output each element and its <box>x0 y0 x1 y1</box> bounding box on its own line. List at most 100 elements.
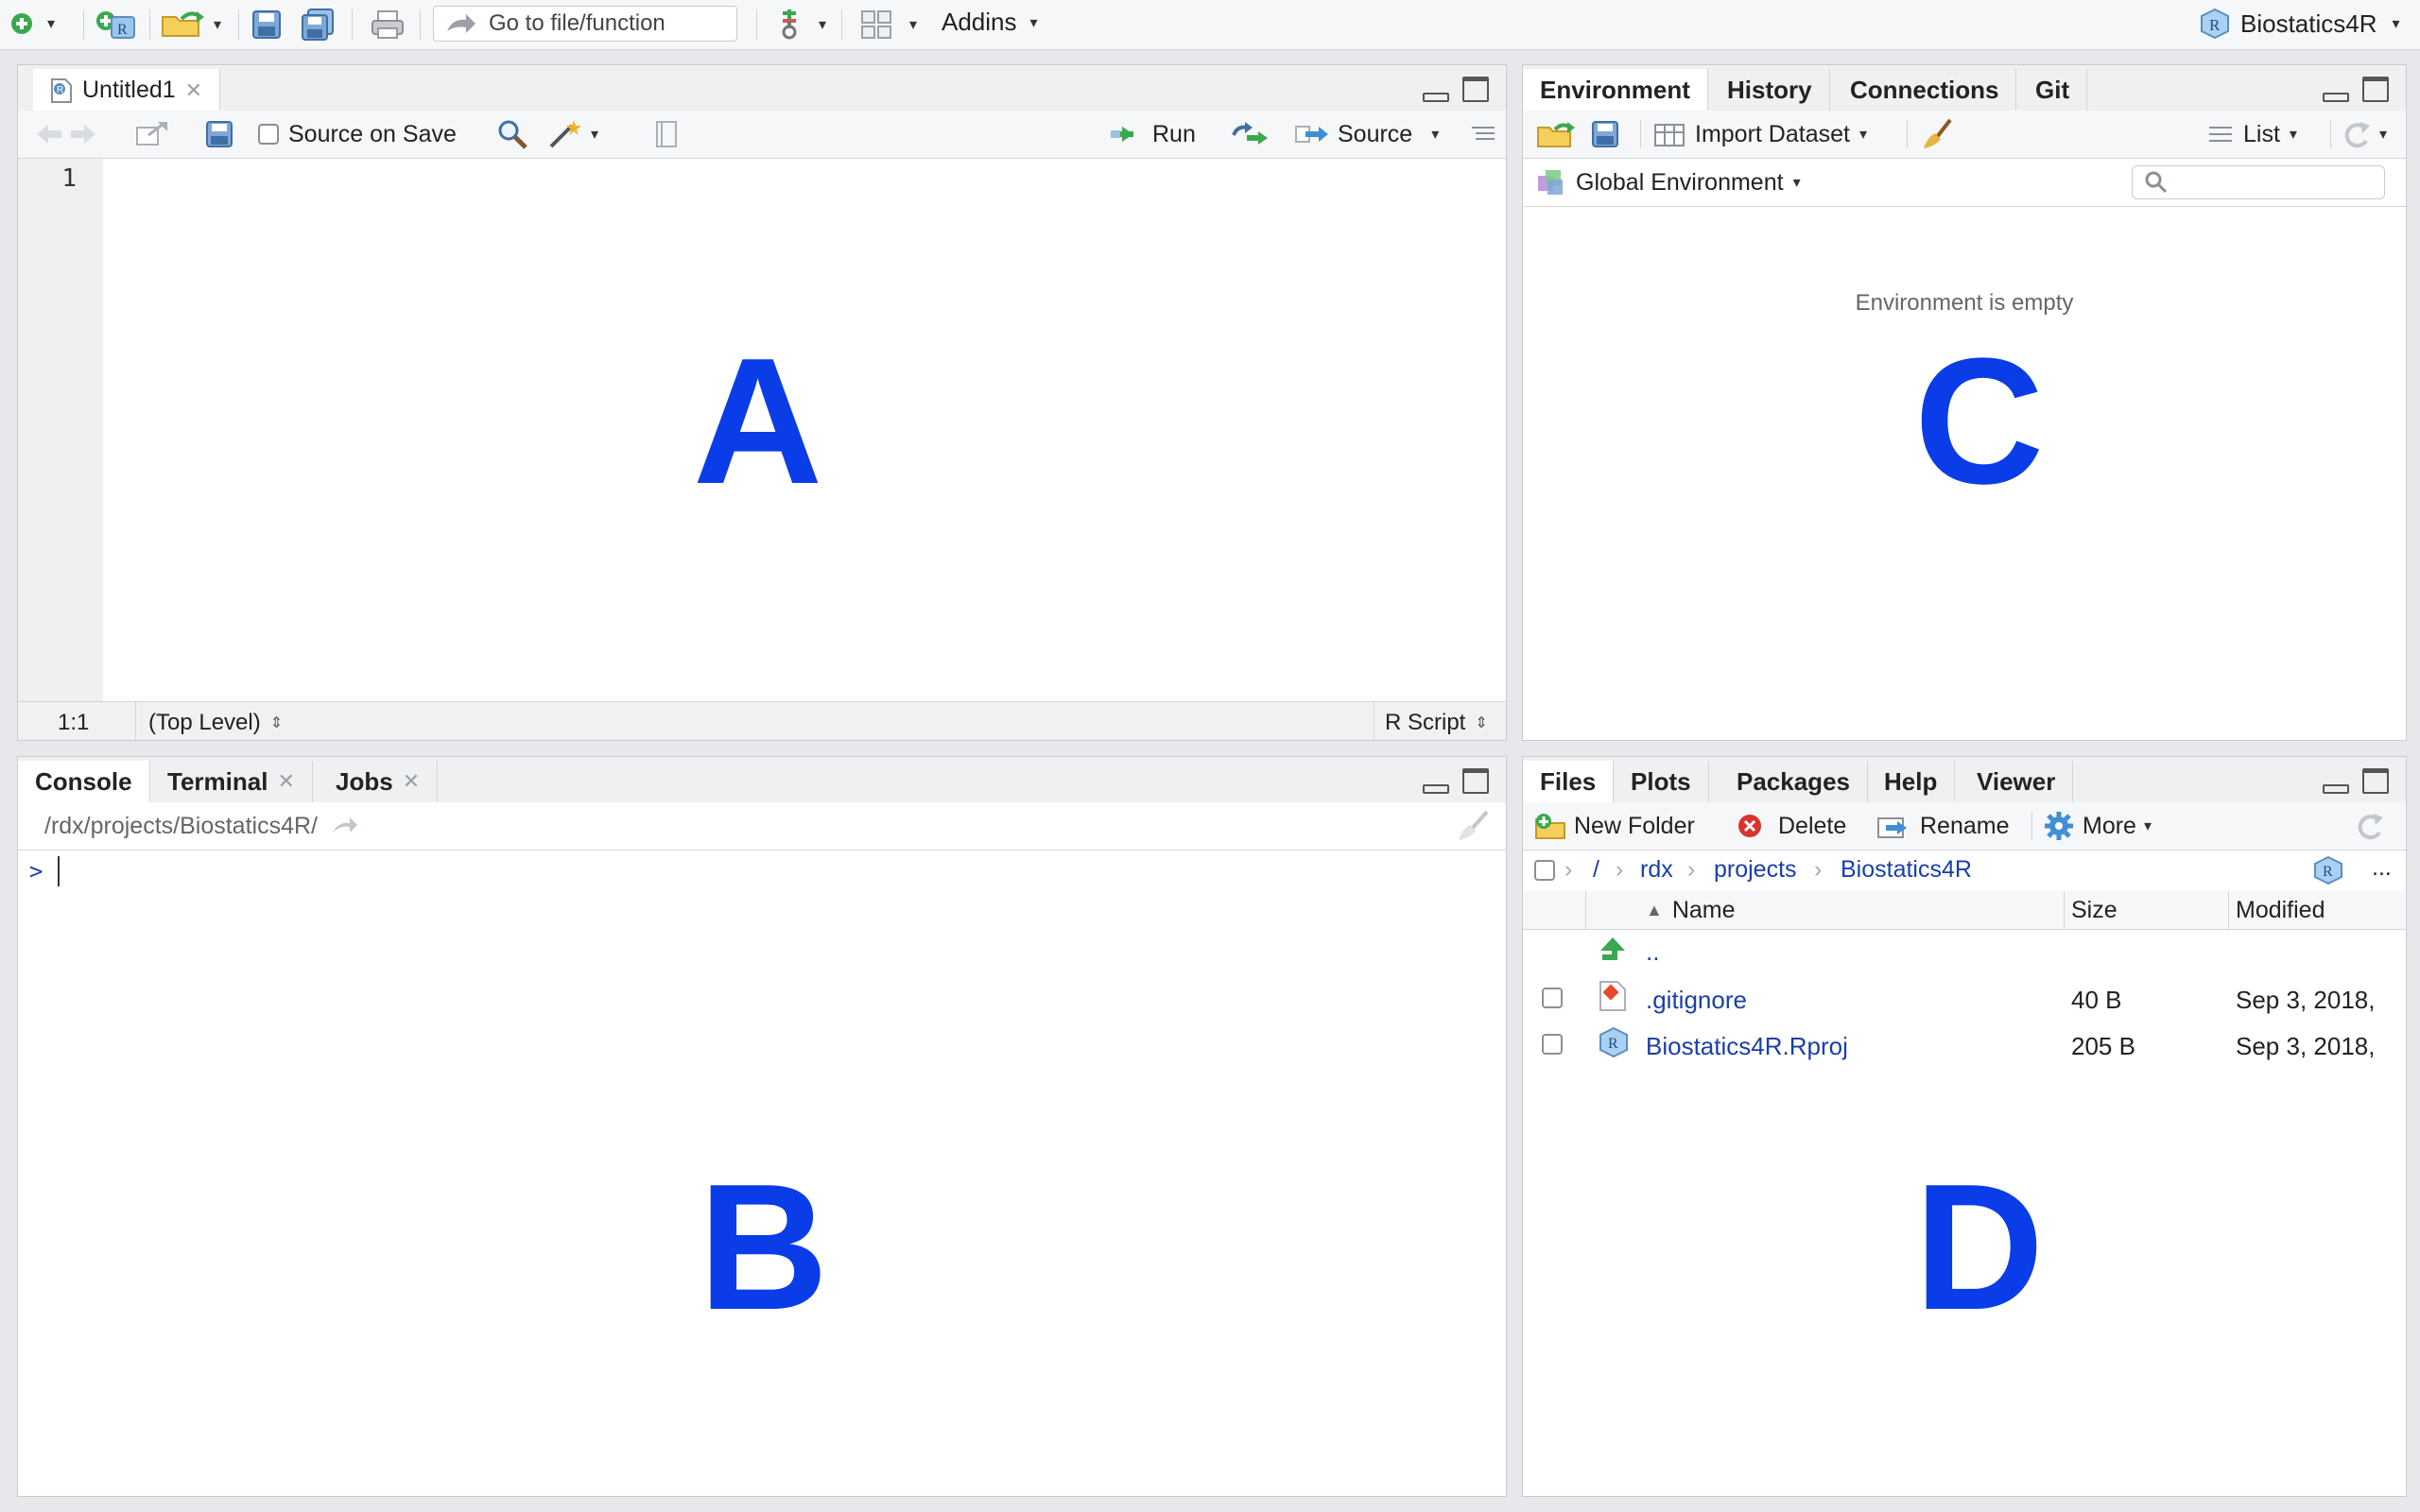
project-menu[interactable]: R Biostatics4R ▾ <box>2199 8 2400 40</box>
version-control-button[interactable]: ▾ <box>777 8 826 42</box>
column-modified-header[interactable]: Modified <box>2236 897 2325 924</box>
tab-packages[interactable]: Packages <box>1720 761 1868 802</box>
source-arrow-icon <box>1295 126 1328 143</box>
close-icon[interactable]: ✕ <box>185 78 202 103</box>
refresh-button[interactable]: ▾ <box>2342 111 2387 158</box>
environment-search-input[interactable] <box>2132 165 2385 199</box>
import-dataset-button[interactable]: Import Dataset ▾ <box>1653 111 1867 158</box>
source-on-save-label: Source on Save <box>288 120 457 147</box>
scope-selector[interactable]: (Top Level) ⇕ <box>148 710 283 736</box>
breadcrumb-root[interactable]: / <box>1593 856 1599 884</box>
source-button[interactable]: Source ▾ <box>1294 111 1439 158</box>
save-button[interactable] <box>205 111 233 158</box>
maximize-icon[interactable] <box>2362 768 2389 794</box>
close-icon[interactable]: ✕ <box>277 769 294 794</box>
console-pane: Console Terminal ✕ Jobs ✕ /rdx/projects/… <box>17 756 1507 1497</box>
run-button[interactable]: Run <box>1109 111 1196 158</box>
maximize-icon[interactable] <box>1462 768 1489 794</box>
file-modified: Sep 3, 2018, <box>2236 1032 2376 1060</box>
tab-viewer[interactable]: Viewer <box>1960 761 2074 802</box>
new-file-button[interactable]: ▾ <box>9 11 55 36</box>
new-folder-button[interactable]: New Folder <box>1534 802 1695 850</box>
compile-report-button[interactable] <box>653 111 680 158</box>
breadcrumb-rdx[interactable]: rdx <box>1640 856 1673 884</box>
environment-icon <box>1538 170 1563 195</box>
tab-jobs[interactable]: Jobs ✕ <box>319 761 439 802</box>
breadcrumb: › / › rdx › projects › Biostatics4R R ..… <box>1523 850 2406 892</box>
more-menu[interactable]: More ▾ <box>2043 802 2152 850</box>
global-env-selector[interactable]: Global Environment ▾ <box>1536 159 1801 206</box>
source-on-save-toggle[interactable]: Source on Save <box>258 111 457 158</box>
file-name-link[interactable]: .gitignore <box>1646 986 1747 1015</box>
select-all-checkbox[interactable] <box>1534 860 1555 881</box>
view-mode-menu[interactable]: List ▾ <box>2207 111 2297 158</box>
tab-environment[interactable]: Environment <box>1523 69 1708 112</box>
rename-button[interactable]: Rename <box>1876 802 2010 850</box>
tab-history[interactable]: History <box>1710 69 1830 111</box>
clear-workspace-button[interactable] <box>1920 111 1954 158</box>
minimize-icon[interactable] <box>1423 93 1449 102</box>
source-on-save-checkbox[interactable] <box>258 124 279 145</box>
breadcrumb-biostatics4r[interactable]: Biostatics4R <box>1841 856 1972 884</box>
chevron-right-icon: › <box>1814 856 1823 883</box>
breadcrumb-projects[interactable]: projects <box>1714 856 1797 884</box>
more-path-button[interactable]: ... <box>2372 854 2392 882</box>
save-all-button[interactable] <box>301 8 337 42</box>
environment-scope-bar: Global Environment ▾ <box>1523 159 2406 207</box>
tab-git[interactable]: Git <box>2018 69 2088 111</box>
broom-icon <box>1924 118 1952 148</box>
refresh-button[interactable] <box>2355 802 2387 850</box>
clear-console-button[interactable] <box>1455 802 1491 850</box>
project-home-icon[interactable]: R <box>2313 855 2343 885</box>
tab-files[interactable]: Files <box>1523 761 1615 803</box>
row-checkbox[interactable] <box>1542 988 1563 1008</box>
tab-label: Packages <box>1737 766 1850 796</box>
minimize-icon[interactable] <box>2323 93 2349 102</box>
tab-console[interactable]: Console <box>18 761 150 803</box>
open-file-button[interactable]: ▾ <box>161 9 221 40</box>
maximize-icon[interactable] <box>1462 77 1489 102</box>
print-button[interactable] <box>371 9 405 40</box>
chevron-down-icon[interactable]: ▾ <box>1431 125 1439 144</box>
source-tabbar: R Untitled1 ✕ <box>18 65 1506 112</box>
pane-layout-button[interactable]: ▾ <box>860 9 917 40</box>
up-arrow-icon <box>1600 937 1625 960</box>
file-name-link[interactable]: Biostatics4R.Rproj <box>1646 1032 1848 1061</box>
file-modified: Sep 3, 2018, <box>2236 986 2376 1014</box>
row-checkbox[interactable] <box>1542 1034 1563 1055</box>
column-size-header[interactable]: Size <box>2071 897 2118 924</box>
table-row[interactable]: R Biostatics4R.Rproj 205 B Sep 3, 2018, <box>1523 1022 2406 1068</box>
load-workspace-button[interactable] <box>1536 111 1576 158</box>
save-button[interactable] <box>251 9 282 40</box>
tab-plots[interactable]: Plots <box>1614 761 1709 802</box>
maximize-icon[interactable] <box>2362 77 2389 102</box>
new-project-button[interactable]: R <box>95 9 136 40</box>
parent-directory-link[interactable]: .. <box>1646 937 1659 967</box>
minimize-icon[interactable] <box>2323 784 2349 794</box>
goto-placeholder: Go to file/function <box>489 10 666 36</box>
goto-file-input[interactable]: Go to file/function <box>433 6 737 42</box>
delete-button[interactable]: Delete <box>1737 802 1846 850</box>
tab-help[interactable]: Help <box>1867 761 1956 802</box>
forward-button[interactable] <box>69 111 97 158</box>
tab-connections[interactable]: Connections <box>1833 69 2017 111</box>
tab-untitled1[interactable]: R Untitled1 ✕ <box>33 69 221 112</box>
find-button[interactable] <box>496 111 528 158</box>
tab-terminal[interactable]: Terminal ✕ <box>150 761 313 802</box>
addins-menu[interactable]: Addins ▾ <box>942 8 1038 37</box>
back-button[interactable] <box>35 111 63 158</box>
outline-button[interactable] <box>1470 111 1496 158</box>
minimize-icon[interactable] <box>1423 784 1449 794</box>
close-icon[interactable]: ✕ <box>403 769 420 794</box>
show-in-window-button[interactable] <box>135 111 169 158</box>
files-window-buttons <box>2323 768 2389 794</box>
column-name-header[interactable]: ▲ Name <box>1646 897 1736 924</box>
goto-directory-icon[interactable] <box>329 816 357 836</box>
save-workspace-button[interactable] <box>1591 111 1619 158</box>
file-type-selector[interactable]: R Script ⇕ <box>1385 710 1488 736</box>
code-tools-button[interactable]: ▾ <box>547 111 598 158</box>
table-row[interactable]: .. <box>1523 930 2406 975</box>
table-row[interactable]: .gitignore 40 B Sep 3, 2018, <box>1523 976 2406 1022</box>
rerun-button[interactable] <box>1230 111 1270 158</box>
gear-icon <box>2045 812 2073 840</box>
